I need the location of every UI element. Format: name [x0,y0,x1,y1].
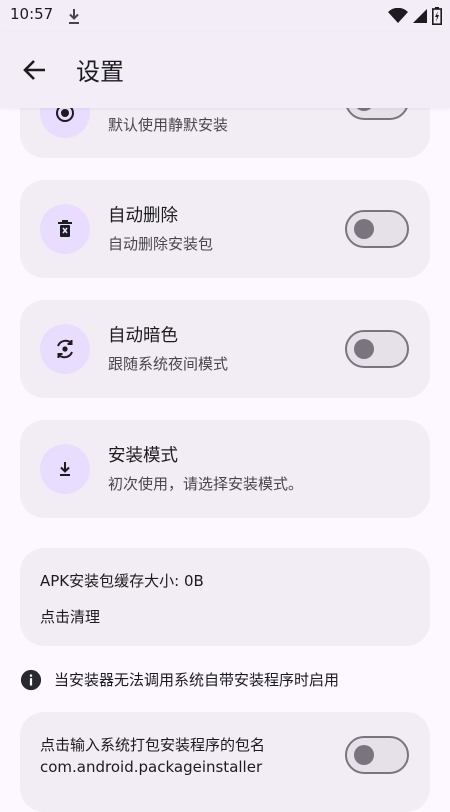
signal-icon [413,9,427,23]
install-mode-title: 安装模式 [108,446,178,466]
auto-delete-icon-circle [40,204,90,254]
settings-content: 默认使用静默安装 自动删除 自动删除安装包 自动暗色 跟随系统夜间模式 安装模式… [0,0,450,812]
auto-dark-icon-circle [40,324,90,374]
arrow-back-icon[interactable] [20,56,50,84]
top-app-bar: 设置 [0,32,450,108]
package-installer-value: com.android.packageinstaller [40,758,263,776]
install-mode-icon-circle [40,444,90,494]
download-icon [69,9,79,24]
package-installer-switch[interactable] [345,736,409,774]
auto-dark-card[interactable]: 自动暗色 跟随系统夜间模式 [20,300,430,398]
status-bar: 10:57 [0,0,450,32]
package-installer-switch-thumb [354,745,374,765]
battery-charging-icon [432,7,442,25]
info-icon [20,669,42,691]
auto-delete-switch-thumb [354,219,374,239]
delete-icon [58,220,72,237]
auto-delete-card[interactable]: 自动删除 自动删除安装包 [20,180,430,278]
cache-card: APK安装包缓存大小: 0B 点击清理 [20,548,430,646]
install-mode-card[interactable]: 安装模式 初次使用，请选择安装模式。 [20,420,430,518]
install-mode-subtitle: 初次使用，请选择安装模式。 [108,475,304,493]
status-time: 10:57 [10,5,54,23]
cache-size-text: APK安装包缓存大小: 0B [40,572,204,590]
auto-dark-icon [57,339,73,359]
package-installer-label: 点击输入系统打包安装程序的包名 [40,736,266,754]
auto-delete-subtitle: 自动删除安装包 [108,235,214,253]
auto-dark-switch[interactable] [345,330,409,368]
silent-install-subtitle: 默认使用静默安装 [108,116,229,134]
status-icons [388,7,442,25]
auto-dark-subtitle: 跟随系统夜间模式 [108,355,229,373]
download-icon [60,462,70,476]
page-title: 设置 [76,58,124,86]
auto-delete-switch[interactable] [345,210,409,248]
info-row: 当安装器无法调用系统自带安装程序时启用 [20,668,430,692]
auto-dark-switch-thumb [354,339,374,359]
info-text: 当安装器无法调用系统自带安装程序时启用 [54,671,340,689]
package-installer-card[interactable]: 点击输入系统打包安装程序的包名 com.android.packageinsta… [20,712,430,812]
wifi-icon [388,8,408,23]
auto-dark-title: 自动暗色 [108,326,178,346]
auto-delete-title: 自动删除 [108,206,178,226]
clear-cache-button[interactable]: 点击清理 [40,606,100,627]
